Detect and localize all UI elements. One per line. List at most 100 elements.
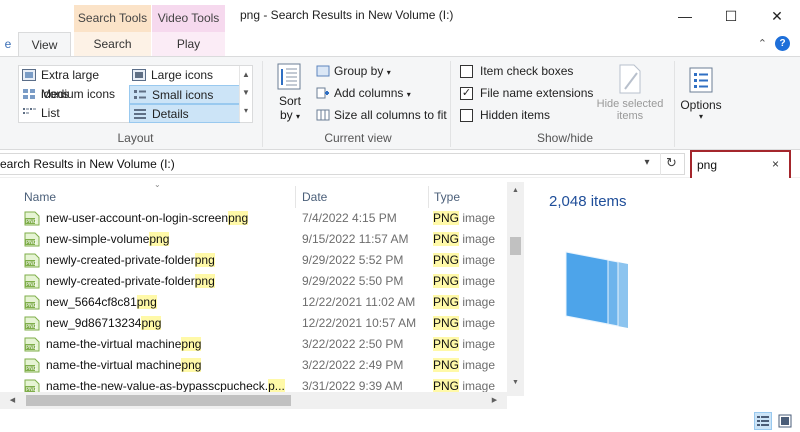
layout-small-icons[interactable]: Small icons (129, 85, 240, 104)
help-icon[interactable]: ? (775, 36, 790, 51)
search-highlight: png (194, 274, 215, 288)
layout-gallery: Extra large icons Large icons Medium ico… (18, 65, 253, 123)
column-header-type[interactable]: Type (434, 186, 504, 208)
column-divider[interactable] (428, 186, 429, 208)
scroll-right-icon[interactable]: ▶ (486, 392, 503, 409)
file-name: newly-created-private-folderpng (46, 274, 215, 288)
hide-selected-icon (619, 64, 641, 94)
add-columns-icon (316, 87, 329, 99)
svg-text:PNG: PNG (26, 219, 37, 225)
svg-text:PNG: PNG (26, 240, 37, 246)
file-row[interactable]: PNG name-the-virtual machinepng 3/22/2022 … (0, 355, 507, 376)
file-row[interactable]: PNG newly-created-private-folderpng 9/29/2… (0, 271, 507, 292)
file-name: newly-created-private-folderpng (46, 253, 215, 267)
refresh-icon[interactable]: ↻ (660, 153, 682, 175)
address-dropdown-icon[interactable]: ▾ (636, 153, 658, 175)
tab-search[interactable]: Search (74, 32, 151, 56)
scroll-down-icon[interactable]: ▼ (507, 374, 524, 391)
search-highlight: PNG (433, 253, 460, 267)
file-type: PNG image (433, 211, 496, 225)
svg-text:PNG: PNG (26, 303, 37, 309)
horizontal-scrollbar[interactable]: ◀ ▶ (0, 392, 507, 409)
search-highlight: PNG (433, 358, 460, 372)
maximize-button[interactable]: ☐ (708, 0, 754, 32)
chevron-down-icon: ▾ (406, 90, 411, 99)
file-row[interactable]: PNG newly-created-private-folderpng 9/29/2… (0, 250, 507, 271)
add-columns-button[interactable]: Add columns ▾ (316, 83, 411, 103)
maximize-icon: ☐ (724, 7, 738, 24)
search-box[interactable]: png × (690, 150, 791, 180)
show-hide-group-label: Show/hide (536, 131, 594, 145)
file-name: name-the-virtual machinepng (46, 358, 202, 372)
layout-list[interactable]: List (19, 104, 129, 123)
hidden-items-toggle[interactable]: Hidden items (460, 105, 550, 125)
column-header-date[interactable]: Date (302, 186, 427, 208)
file-type: PNG image (433, 295, 496, 309)
file-date: 9/29/2022 5:50 PM (302, 274, 404, 288)
file-name: name-the-virtual machinepng (46, 337, 202, 351)
file-row[interactable]: PNG new_5664cf8c81png 12/22/2021 11:02 AM P… (0, 292, 507, 313)
file-name-extensions-checkbox[interactable]: ✓ (460, 87, 473, 100)
search-highlight: png (194, 253, 215, 267)
scroll-down-icon[interactable]: ▼ (240, 84, 252, 102)
png-file-icon: PNG (24, 232, 40, 247)
scroll-up-icon[interactable]: ▲ (507, 182, 524, 199)
file-name: name-the-new-value-as-bypasscpucheck.p..… (46, 379, 285, 393)
column-divider[interactable] (295, 186, 296, 208)
large-icons-view-icon (778, 414, 792, 428)
tab-overflow[interactable]: e (0, 32, 16, 56)
chevron-down-icon: ▾ (698, 112, 703, 121)
file-row[interactable]: PNG name-the-virtual machinepng 3/22/2022 … (0, 334, 507, 355)
layout-gallery-scroll[interactable]: ▲ ▼ ▾ (239, 66, 252, 122)
group-by-button[interactable]: Group by ▾ (316, 61, 391, 81)
hide-selected-items-button[interactable]: Hide selected items (592, 63, 668, 122)
file-type: PNG image (433, 358, 496, 372)
scroll-thumb[interactable] (510, 237, 521, 255)
file-list: ⌄ Name Date Type PNG new-user-account-on-… (0, 178, 524, 410)
address-field[interactable]: earch Results in New Volume (I:) (0, 153, 685, 175)
scroll-thumb[interactable] (26, 395, 291, 406)
item-check-boxes-toggle[interactable]: Item check boxes (460, 61, 573, 81)
minimize-button[interactable]: — (662, 0, 708, 32)
vertical-scrollbar[interactable]: ▲ ▼ (507, 182, 524, 396)
sort-by-button[interactable]: Sort by ▾ (272, 61, 308, 129)
close-button[interactable]: ✕ (754, 0, 800, 32)
png-file-icon: PNG (24, 358, 40, 373)
tab-play[interactable]: Play (152, 32, 225, 56)
large-icons-view-button[interactable] (776, 412, 794, 430)
item-check-boxes-checkbox[interactable] (460, 65, 473, 78)
clear-search-icon[interactable]: × (772, 157, 779, 171)
collapse-ribbon-icon[interactable]: ⌃ (758, 37, 767, 50)
size-columns-button[interactable]: Size all columns to fit (316, 105, 447, 125)
png-file-icon: PNG (24, 211, 40, 226)
search-input[interactable]: png (697, 158, 717, 172)
scroll-up-icon[interactable]: ▲ (240, 66, 252, 84)
file-date: 9/29/2022 5:52 PM (302, 253, 404, 267)
search-highlight: PNG (433, 337, 460, 351)
svg-text:PNG: PNG (26, 282, 37, 288)
layout-medium-icons[interactable]: Medium icons (19, 85, 129, 104)
expand-gallery-icon[interactable]: ▾ (240, 102, 252, 120)
column-header-name[interactable]: Name (24, 186, 294, 208)
svg-text:PNG: PNG (26, 261, 37, 267)
details-pane: 2,048 items (524, 178, 800, 410)
options-button[interactable]: Options ▾ (674, 61, 728, 129)
file-row[interactable]: PNG new-user-account-on-login-screenpng 7/… (0, 208, 507, 229)
hidden-items-checkbox[interactable] (460, 109, 473, 122)
scroll-left-icon[interactable]: ◀ (4, 392, 21, 409)
size-columns-icon (316, 109, 330, 121)
file-date: 3/31/2022 9:39 AM (302, 379, 403, 393)
layout-large-icons[interactable]: Large icons (129, 66, 240, 85)
file-row[interactable]: PNG new-simple-volumepng 9/15/2022 11:57 A… (0, 229, 507, 250)
file-name-extensions-toggle[interactable]: ✓ File name extensions (460, 83, 593, 103)
tab-view[interactable]: View (18, 32, 71, 57)
layout-extra-large-icons[interactable]: Extra large icons (19, 66, 129, 101)
search-highlight: png (181, 337, 202, 351)
file-row[interactable]: PNG new_9d86713234png 12/22/2021 10:57 AM P… (0, 313, 507, 334)
png-file-icon: PNG (24, 295, 40, 310)
file-name: new_9d86713234png (46, 316, 162, 330)
file-type: PNG image (433, 232, 496, 246)
search-highlight: png (228, 211, 249, 225)
details-view-button[interactable] (754, 412, 772, 430)
layout-details[interactable]: Details (129, 104, 240, 123)
